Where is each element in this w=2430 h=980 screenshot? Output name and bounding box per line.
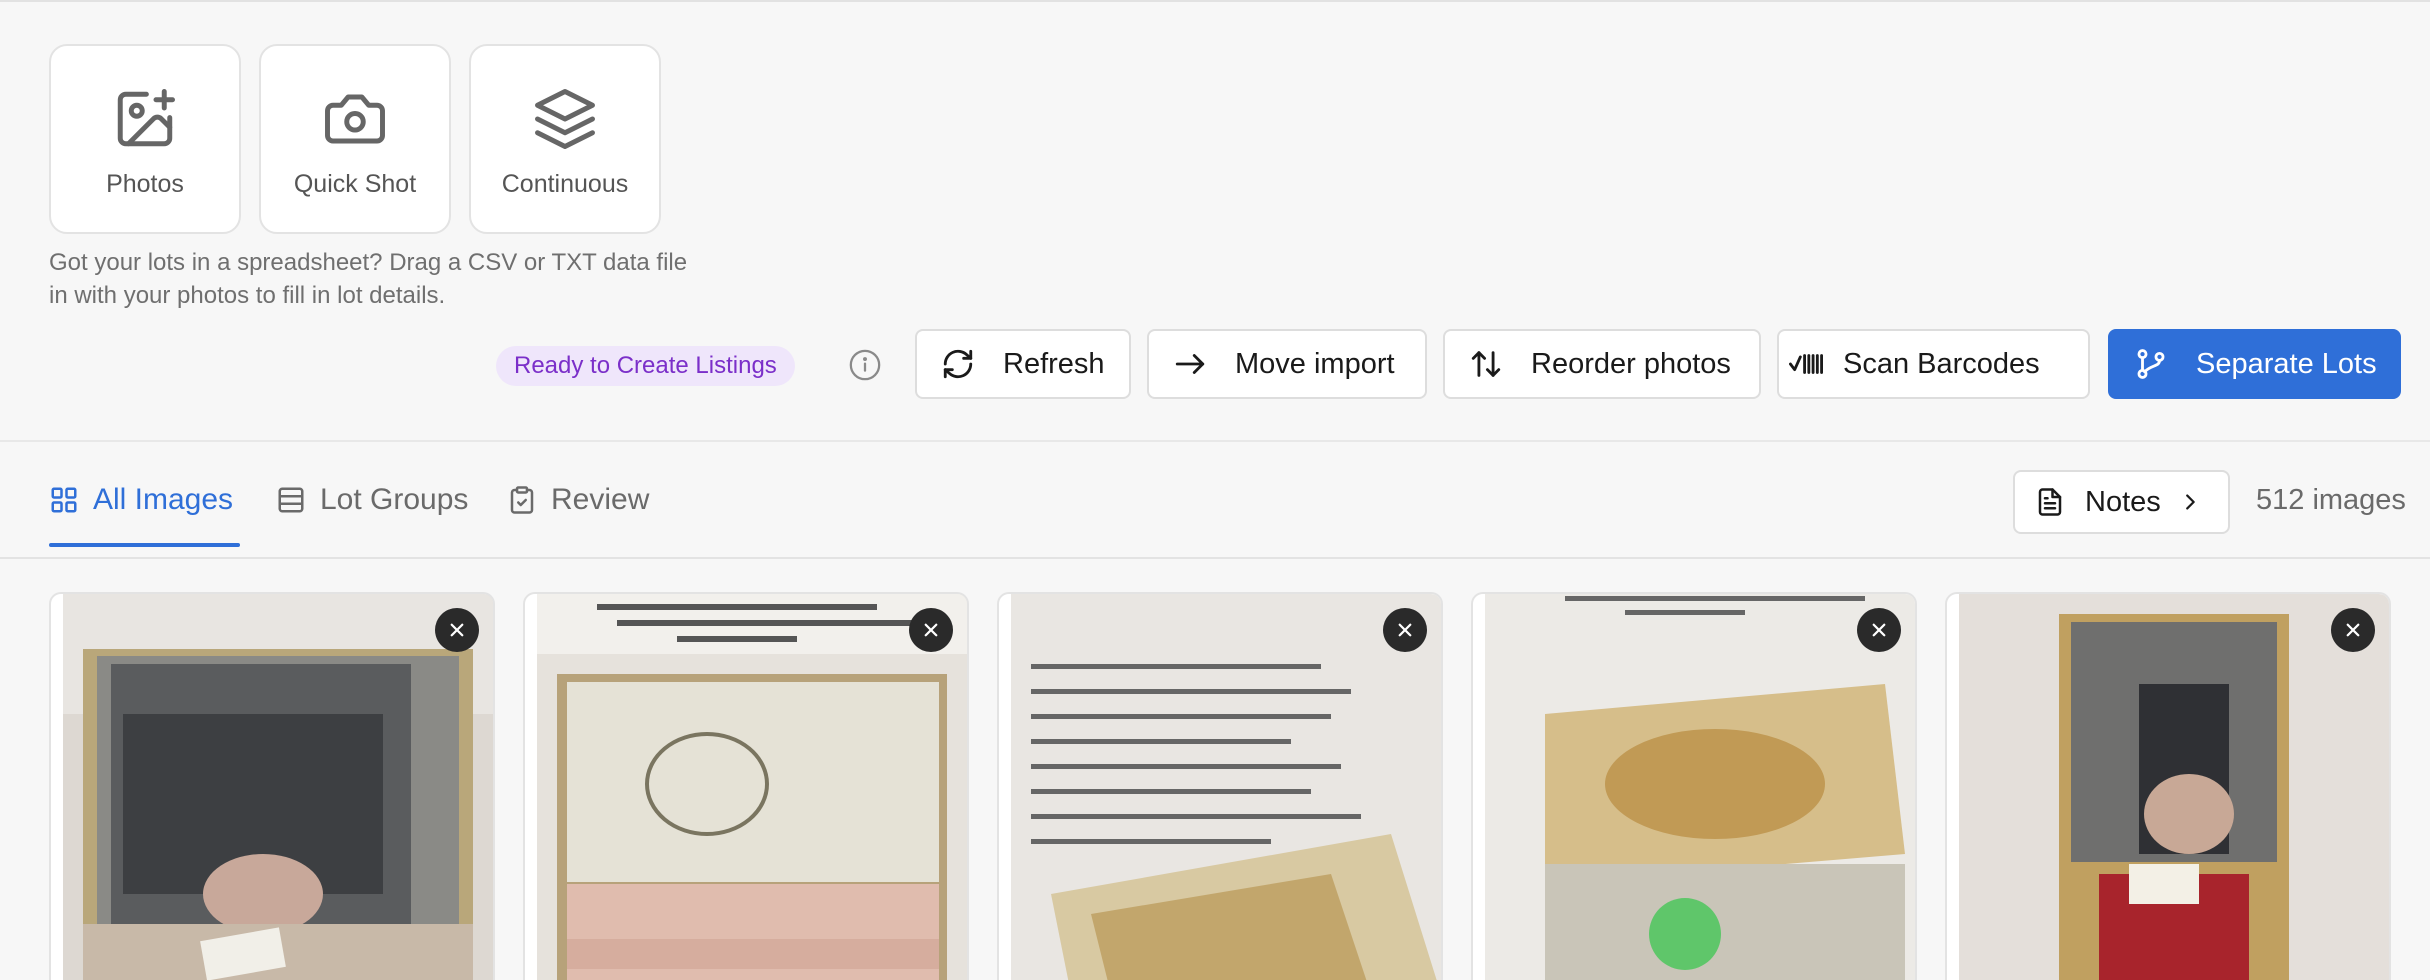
separate-lots-button[interactable]: Separate Lots — [2108, 329, 2401, 399]
image-card[interactable] — [1471, 592, 1917, 980]
quick-shot-button[interactable]: Quick Shot — [259, 44, 451, 234]
info-icon[interactable] — [848, 348, 882, 382]
photos-upload-button[interactable]: Photos — [49, 44, 241, 234]
quick-shot-label: Quick Shot — [293, 169, 417, 198]
layers-icon — [535, 88, 595, 149]
status-badge: Ready to Create Listings — [496, 346, 795, 386]
compact-photo — [1959, 594, 2389, 980]
camera-icon — [325, 94, 385, 143]
active-tab-indicator — [49, 543, 240, 547]
tab-all-images[interactable]: All Images — [49, 470, 233, 530]
image-card[interactable] — [523, 592, 969, 980]
close-icon — [924, 623, 938, 637]
move-import-label: Move import — [1235, 347, 1395, 380]
continuous-button[interactable]: Continuous — [469, 44, 661, 234]
compact-photo — [63, 594, 493, 980]
separate-lots-label: Separate Lots — [2196, 347, 2377, 380]
reorder-photos-button[interactable]: Reorder photos — [1443, 329, 1761, 399]
tabs-divider — [0, 557, 2430, 559]
image-count: 512 images — [2256, 484, 2406, 516]
listing-sheet-photo — [1011, 594, 1441, 980]
image-plus-icon — [117, 88, 175, 146]
refresh-icon — [943, 349, 973, 379]
git-branch-icon — [2137, 349, 2165, 379]
refresh-label: Refresh — [1003, 347, 1105, 380]
photos-label: Photos — [106, 169, 184, 198]
section-divider — [0, 440, 2430, 442]
scan-barcodes-label: Scan Barcodes — [1843, 347, 2040, 380]
barcode-scan-icon — [1789, 354, 1823, 374]
image-card[interactable] — [49, 592, 495, 980]
csv-help-text: Got your lots in a spreadsheet? Drag a C… — [49, 249, 688, 309]
close-icon — [1398, 623, 1412, 637]
grid-icon — [51, 487, 77, 513]
image-card[interactable] — [1945, 592, 2391, 980]
compact-photo — [537, 594, 967, 980]
arrow-right-icon — [1175, 354, 1205, 374]
move-import-button[interactable]: Move import — [1147, 329, 1427, 399]
list-icon — [278, 487, 304, 513]
close-icon — [2346, 623, 2360, 637]
remove-image-button[interactable] — [435, 608, 479, 652]
chevron-right-icon — [2185, 494, 2195, 510]
reorder-photos-label: Reorder photos — [1531, 347, 1731, 380]
tab-all-images-label: All Images — [93, 483, 234, 516]
remove-image-button[interactable] — [2331, 608, 2375, 652]
tab-lot-groups-label: Lot Groups — [320, 483, 469, 516]
close-icon — [1872, 623, 1886, 637]
top-border — [0, 0, 2430, 2]
close-icon — [450, 623, 464, 637]
remove-image-button[interactable] — [1857, 608, 1901, 652]
notes-button[interactable]: Notes — [2013, 470, 2230, 534]
remove-image-button[interactable] — [1383, 608, 1427, 652]
sort-arrows-icon — [1471, 351, 1501, 377]
refresh-button[interactable]: Refresh — [915, 329, 1131, 399]
tab-review[interactable]: Review — [507, 470, 649, 530]
tab-review-label: Review — [551, 483, 650, 516]
remove-image-button[interactable] — [909, 608, 953, 652]
clipboard-check-icon — [510, 486, 534, 514]
image-card[interactable] — [997, 592, 1443, 980]
notes-label: Notes — [2085, 485, 2161, 518]
tab-lot-groups[interactable]: Lot Groups — [276, 470, 468, 530]
document-icon — [2038, 488, 2062, 516]
compact-lid-photo — [1485, 594, 1915, 980]
scan-barcodes-button[interactable]: Scan Barcodes — [1777, 329, 2090, 399]
upload-tiles: Photos Quick Shot Continuous — [49, 44, 661, 234]
continuous-label: Continuous — [501, 169, 629, 198]
